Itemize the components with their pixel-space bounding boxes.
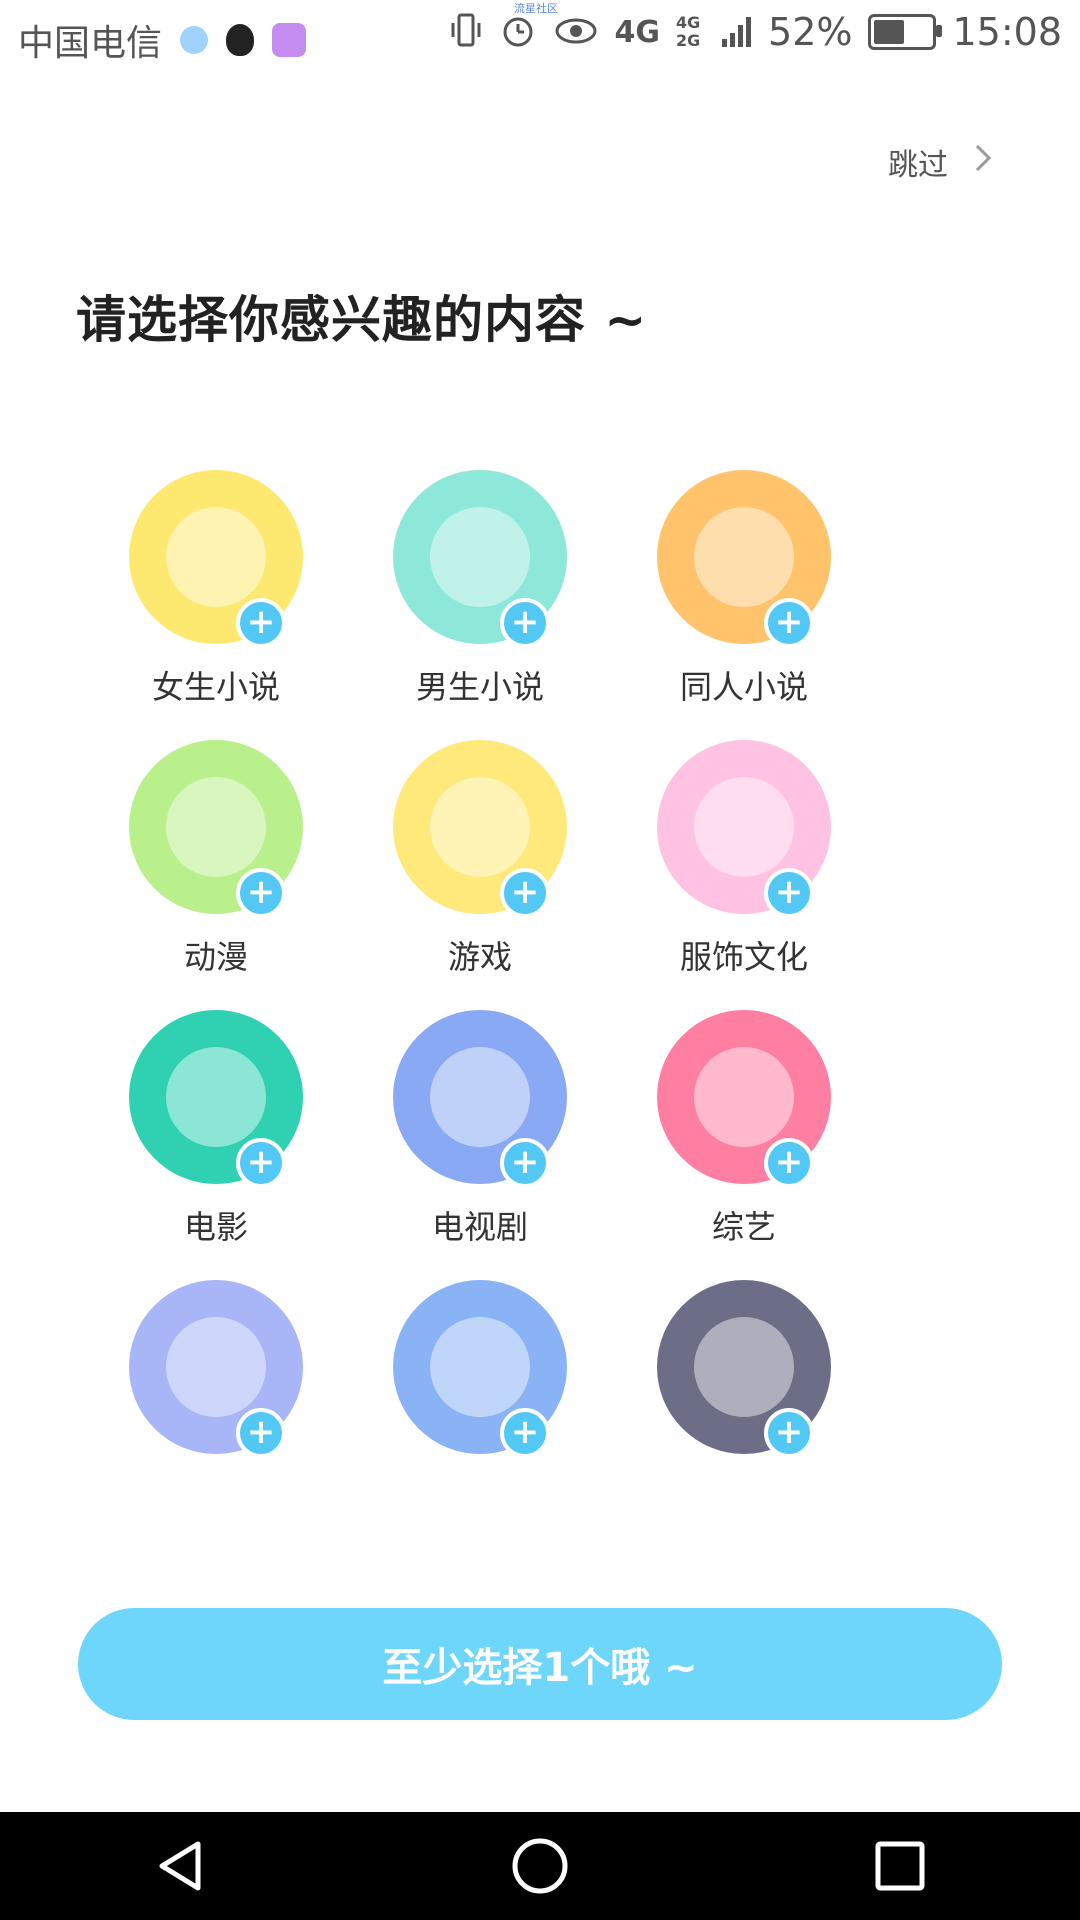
boy-face-icon-glyph <box>430 507 530 607</box>
plus-icon[interactable]: + <box>236 1408 286 1458</box>
carrier-label: 中国电信 <box>18 23 163 64</box>
plus-icon[interactable]: + <box>500 1138 550 1188</box>
interest-item-fanfic-novel[interactable]: + 同人小说 <box>594 470 894 708</box>
chevron-right-icon <box>974 142 992 182</box>
plus-icon[interactable]: + <box>500 1408 550 1458</box>
confirm-button[interactable]: 至少选择1个哦 ~ <box>78 1608 1002 1720</box>
status-left: 中国电信 <box>18 14 307 66</box>
interest-label: 服饰文化 <box>679 938 808 976</box>
plus-icon[interactable]: + <box>236 1138 286 1188</box>
interest-label: 男生小说 <box>415 668 544 706</box>
interest-item-fan[interactable]: + <box>66 1280 366 1472</box>
plus-icon[interactable]: + <box>764 1408 814 1458</box>
gamepad-icon-glyph <box>430 777 530 877</box>
interest-item-painting[interactable]: + <box>594 1280 894 1472</box>
painting-icon-glyph <box>694 1317 794 1417</box>
home-button[interactable] <box>495 1821 585 1911</box>
interest-item-female-novel[interactable]: + 女生小说 <box>66 470 366 708</box>
vibrate-icon <box>449 11 483 53</box>
interest-item-fashion[interactable]: + 服饰文化 <box>594 740 894 978</box>
interest-item-tv-series[interactable]: + 电视剧 <box>330 1010 630 1248</box>
plus-icon[interactable]: + <box>500 868 550 918</box>
location-icon <box>180 26 209 54</box>
plus-icon[interactable]: + <box>764 868 814 918</box>
home-icon <box>512 1838 568 1894</box>
interest-item-robot[interactable]: + <box>330 1280 630 1472</box>
plus-icon[interactable]: + <box>764 598 814 648</box>
status-right: 4G 4G 2G 52% 15:08 <box>449 10 1062 54</box>
eye-icon <box>553 11 599 53</box>
interest-item-game[interactable]: + 游戏 <box>330 740 630 978</box>
battery-icon <box>868 14 943 50</box>
alarm-icon <box>499 11 537 53</box>
interest-label: 综艺 <box>711 1208 776 1246</box>
interest-item-male-novel[interactable]: + 男生小说 <box>330 470 630 708</box>
interest-label: 动漫 <box>183 938 248 976</box>
pokeball-icon-glyph <box>166 777 266 877</box>
back-button[interactable] <box>135 1821 225 1911</box>
skip-label: 跳过 <box>888 148 948 183</box>
guitar-icon-glyph <box>694 1047 794 1147</box>
battery-fill <box>874 20 904 44</box>
interest-label: 电影 <box>183 1208 248 1246</box>
qq-icon <box>226 24 255 56</box>
battery-percent: 52% <box>768 10 853 54</box>
clapperboard-icon-glyph <box>166 1047 266 1147</box>
network-dual-label: 4G 2G <box>676 13 701 50</box>
nav-bar <box>0 1812 1080 1920</box>
plus-icon[interactable]: + <box>236 598 286 648</box>
interest-item-anime[interactable]: + 动漫 <box>66 740 366 978</box>
page-title: 请选择你感兴趣的内容 ~ <box>76 291 648 349</box>
video-camera-icon-glyph <box>430 1047 530 1147</box>
network-4g-label: 4G <box>614 14 661 50</box>
fan-icon-glyph <box>166 1317 266 1417</box>
interest-item-movie[interactable]: + 电影 <box>66 1010 366 1248</box>
status-bar: 中国电信 流星社区 4G 4G 2G 52% 15:08 <box>0 0 1080 80</box>
clothing-icon-glyph <box>694 777 794 877</box>
girl-face-icon-glyph <box>166 507 266 607</box>
back-icon <box>159 1841 201 1891</box>
plus-icon[interactable]: + <box>500 598 550 648</box>
interest-label: 女生小说 <box>151 668 280 706</box>
recents-icon <box>875 1841 925 1891</box>
interest-item-variety[interactable]: + 综艺 <box>594 1010 894 1248</box>
signal-icon <box>722 11 752 53</box>
interest-label: 游戏 <box>447 938 512 976</box>
clock: 15:08 <box>952 10 1062 54</box>
interest-label: 电视剧 <box>431 1208 528 1246</box>
gallery-icon <box>272 23 307 57</box>
robot-icon-glyph <box>430 1317 530 1417</box>
books-icon-glyph <box>694 507 794 607</box>
interest-label: 同人小说 <box>679 668 808 706</box>
recents-button[interactable] <box>855 1821 945 1911</box>
skip-button[interactable]: 跳过 <box>888 140 992 184</box>
plus-icon[interactable]: + <box>764 1138 814 1188</box>
plus-icon[interactable]: + <box>236 868 286 918</box>
